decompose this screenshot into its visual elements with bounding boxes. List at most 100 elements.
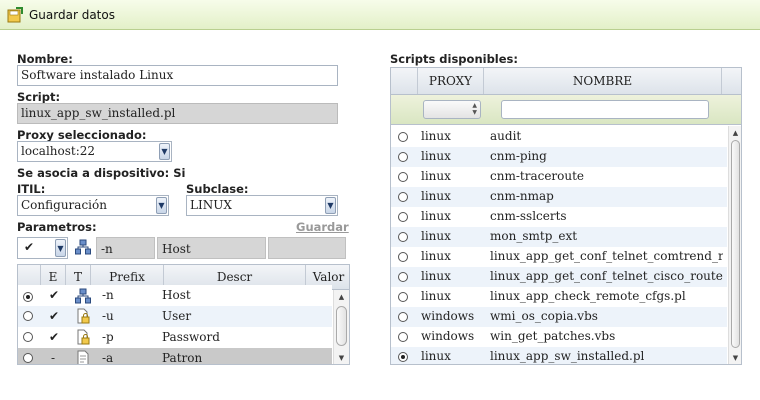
row-radio[interactable] (398, 212, 408, 222)
param-prefix-field[interactable]: -n (96, 237, 155, 259)
row-nombre: cnm-traceroute (490, 169, 585, 183)
row-nombre: linux_app_sw_installed.pl (490, 349, 645, 363)
table-row[interactable]: - -a Patron (18, 348, 332, 365)
table-row[interactable]: ✔ -n Host (18, 285, 332, 306)
table-row[interactable]: ✔ -p Password (18, 327, 332, 348)
table-row[interactable]: linux linux_app_check_remote_cfgs.pl (391, 287, 727, 307)
params-table: E T Prefix Descr Valor ✔ -n Host ✔ -u Us… (17, 264, 350, 365)
row-proxy: linux (421, 209, 451, 223)
scripts-table: PROXY NOMBRE ▲ ▼ linux audit linux cnm-pi… (390, 67, 742, 365)
table-row[interactable]: linux cnm-traceroute (391, 167, 727, 187)
table-row[interactable]: windows win_get_patches.vbs (391, 327, 727, 347)
row-nombre: cnm-nmap (490, 189, 554, 203)
scripts-scroll-thumb[interactable] (731, 140, 740, 348)
subclase-select[interactable]: LINUX ▼ (186, 195, 338, 216)
itil-select-value: Configuración (21, 198, 107, 212)
table-row[interactable]: linux audit (391, 127, 727, 147)
row-proxy: linux (421, 249, 451, 263)
row-enabled: ✔ (49, 288, 60, 302)
network-host-icon[interactable] (75, 239, 91, 255)
row-descr: Password (162, 330, 220, 344)
row-nombre: linux_app_check_remote_cfgs.pl (490, 289, 686, 303)
row-proxy: linux (421, 169, 451, 183)
params-scrollbar[interactable]: ▲ ▼ (333, 290, 349, 364)
scroll-up-icon[interactable]: ▲ (729, 126, 741, 139)
row-descr: Host (162, 288, 191, 302)
nombre-input[interactable]: Software instalado Linux (17, 65, 338, 86)
window-titlebar: Guardar datos (0, 0, 760, 30)
nombre-label: Nombre: (17, 52, 73, 66)
table-row[interactable]: linux linux_app_get_conf_telnet_cisco_ro… (391, 267, 727, 287)
scripts-col-nombre[interactable]: NOMBRE (484, 68, 722, 94)
table-row[interactable]: windows wmi_os_copia.vbs (391, 307, 727, 327)
row-radio[interactable] (398, 312, 408, 322)
row-nombre: win_get_patches.vbs (490, 329, 616, 343)
table-row[interactable]: linux cnm-sslcerts (391, 207, 727, 227)
scripts-col-select (391, 68, 418, 94)
row-descr: Patron (162, 351, 203, 365)
param-descr-field[interactable]: Host (157, 237, 266, 259)
row-nombre: linux_app_get_conf_telnet_comtrend_route… (490, 249, 723, 263)
scripts-scrollbar[interactable]: ▲ ▼ (728, 126, 741, 364)
row-proxy: linux (421, 269, 451, 283)
row-radio[interactable] (23, 353, 33, 363)
itil-select[interactable]: Configuración ▼ (17, 195, 169, 216)
password-lock-icon (77, 329, 90, 345)
row-enabled: - (51, 351, 56, 365)
table-row[interactable]: linux cnm-nmap (391, 187, 727, 207)
row-radio[interactable] (398, 272, 408, 282)
param-valor-field[interactable] (268, 237, 346, 259)
asocia-dispositivo-text: Se asocia a dispositivo: Si (17, 166, 186, 180)
chevron-down-icon[interactable]: ▼ (55, 239, 66, 257)
row-radio[interactable] (398, 132, 408, 142)
row-radio[interactable] (23, 332, 33, 342)
table-row[interactable]: linux cnm-ping (391, 147, 727, 167)
proxy-select[interactable]: localhost:22 ▼ (17, 141, 172, 162)
scroll-up-icon[interactable]: ▲ (334, 290, 349, 303)
row-radio[interactable] (23, 311, 33, 321)
row-proxy: linux (421, 229, 451, 243)
row-radio[interactable] (398, 332, 408, 342)
chevron-down-icon[interactable]: ▼ (325, 197, 336, 214)
row-nombre: wmi_os_copia.vbs (490, 309, 598, 323)
scroll-down-icon[interactable]: ▼ (729, 351, 741, 364)
guardar-link[interactable]: Guardar (296, 220, 349, 234)
subclase-label: Subclase: (186, 182, 249, 196)
param-enabled-select[interactable]: ✔ ▼ (17, 237, 68, 259)
proxy-label: Proxy seleccionado: (17, 128, 147, 142)
row-radio[interactable] (398, 152, 408, 162)
row-radio[interactable] (398, 172, 408, 182)
row-radio[interactable] (398, 232, 408, 242)
params-scroll-thumb[interactable] (336, 306, 347, 346)
save-data-icon (7, 6, 23, 22)
row-descr: User (162, 309, 192, 323)
row-radio[interactable] (398, 352, 408, 362)
table-row[interactable]: linux linux_app_sw_installed.pl (391, 347, 727, 364)
proxy-select-value: localhost:22 (21, 144, 96, 158)
script-readonly-field: linux_app_sw_installed.pl (17, 103, 338, 124)
param-enabled-value: ✔ (24, 240, 35, 254)
row-nombre: cnm-sslcerts (490, 209, 567, 223)
table-row[interactable]: linux mon_smtp_ext (391, 227, 727, 247)
row-proxy: windows (421, 329, 475, 343)
table-row[interactable]: linux linux_app_get_conf_telnet_comtrend… (391, 247, 727, 267)
proxy-filter-select[interactable]: ▲ ▼ (423, 100, 481, 119)
row-proxy: linux (421, 189, 451, 203)
spinner-arrows-icon[interactable]: ▲ ▼ (472, 102, 477, 116)
row-radio[interactable] (398, 252, 408, 262)
table-row[interactable]: ✔ -u User (18, 306, 332, 327)
scroll-down-icon[interactable]: ▼ (334, 351, 349, 364)
scripts-col-proxy[interactable]: PROXY (418, 68, 484, 94)
nombre-filter-input[interactable] (501, 100, 709, 119)
chevron-down-icon[interactable]: ▼ (156, 197, 167, 214)
row-nombre: mon_smtp_ext (490, 229, 578, 243)
row-radio[interactable] (398, 192, 408, 202)
scripts-col-spacer (722, 68, 741, 94)
network-host-icon (75, 288, 91, 304)
script-label: Script: (17, 90, 61, 104)
row-nombre: linux_app_get_conf_telnet_cisco_router.p… (490, 269, 723, 283)
row-proxy: linux (421, 289, 451, 303)
row-radio[interactable] (398, 292, 408, 302)
row-radio[interactable] (23, 292, 33, 302)
chevron-down-icon[interactable]: ▼ (159, 143, 170, 160)
